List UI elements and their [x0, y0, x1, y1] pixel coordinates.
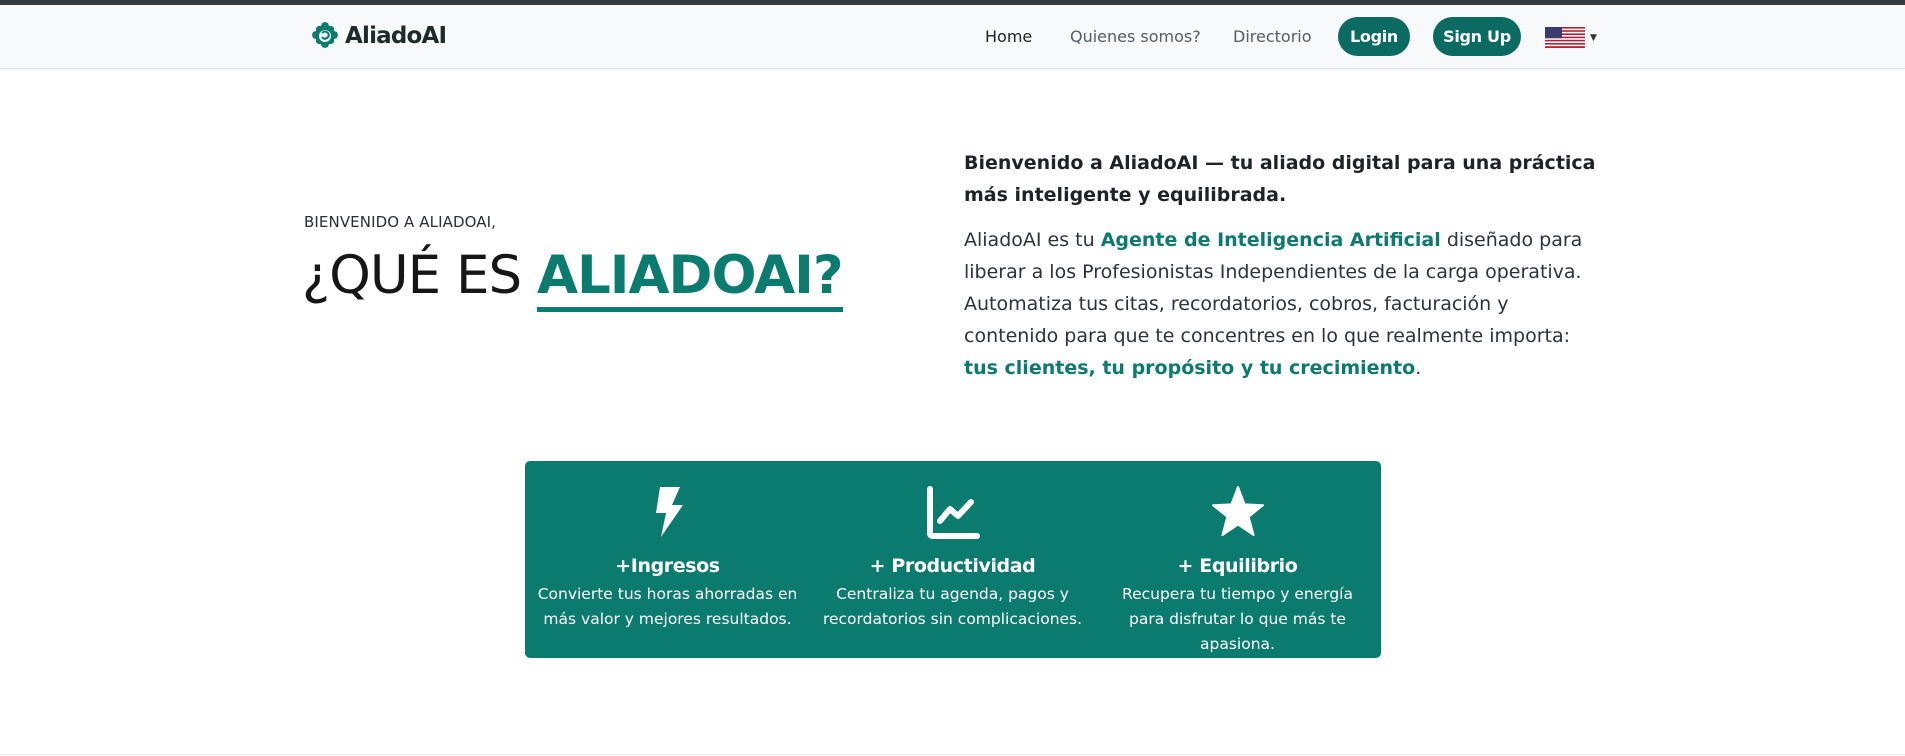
star-icon	[1211, 486, 1264, 536]
us-flag-icon	[1545, 27, 1585, 48]
feature-desc: Centraliza tu agenda, pagos y recordator…	[822, 585, 1083, 628]
lightning-bolt-icon	[655, 487, 683, 537]
hero-title-prefix: ¿QUÉ ES	[302, 245, 537, 306]
feature-equilibrio: + Equilibrio Recupera tu tiempo y energí…	[1095, 461, 1380, 658]
chevron-down-icon: ▼	[1590, 32, 1597, 43]
intro-body: AliadoAI es tu Agente de Inteligencia Ar…	[964, 224, 1604, 384]
navbar: AliadoAI Home Quienes somos? Directorio …	[0, 5, 1905, 69]
language-selector[interactable]: ▼	[1545, 27, 1597, 48]
nav-directorio[interactable]: Directorio	[1233, 27, 1312, 46]
hero-title: ¿QUÉ ES ALIADOAI?	[302, 245, 844, 312]
feature-ingresos: +Ingresos Convierte tus horas ahorradas …	[525, 461, 810, 658]
section-divider	[0, 754, 1905, 755]
feature-desc: Recupera tu tiempo y energía para disfru…	[1122, 585, 1353, 653]
intro-highlight-focus: tus clientes, tu propósito y tu crecimie…	[964, 357, 1416, 379]
features-panel: +Ingresos Convierte tus horas ahorradas …	[525, 461, 1381, 658]
feature-title: + Productividad	[869, 555, 1036, 577]
intro-body-part-1: AliadoAI es tu	[964, 229, 1101, 251]
intro-body-part-3: .	[1415, 357, 1422, 379]
signup-button[interactable]: Sign Up	[1433, 17, 1521, 56]
nav-links: Home Quienes somos? Directorio	[0, 5, 1905, 69]
feature-title: + Equilibrio	[1177, 555, 1298, 577]
hero-title-accent: ALIADOAI?	[536, 245, 844, 312]
hero-kicker: BIENVENIDO A ALIADOAI,	[304, 213, 496, 231]
login-button[interactable]: Login	[1338, 17, 1410, 56]
intro-highlight-agent: Agente de Inteligencia Artificial	[1100, 229, 1441, 251]
feature-desc: Convierte tus horas ahorradas en más val…	[537, 585, 798, 628]
feature-title: +Ingresos	[615, 555, 720, 577]
feature-productividad: + Productividad Centraliza tu agenda, pa…	[810, 461, 1095, 658]
nav-quienes-somos[interactable]: Quienes somos?	[1070, 27, 1201, 46]
chart-line-icon	[926, 486, 980, 539]
intro-text: Bienvenido a AliadoAI — tu aliado digita…	[964, 147, 1604, 384]
intro-lead: Bienvenido a AliadoAI — tu aliado digita…	[964, 152, 1596, 206]
nav-home[interactable]: Home	[985, 27, 1032, 46]
